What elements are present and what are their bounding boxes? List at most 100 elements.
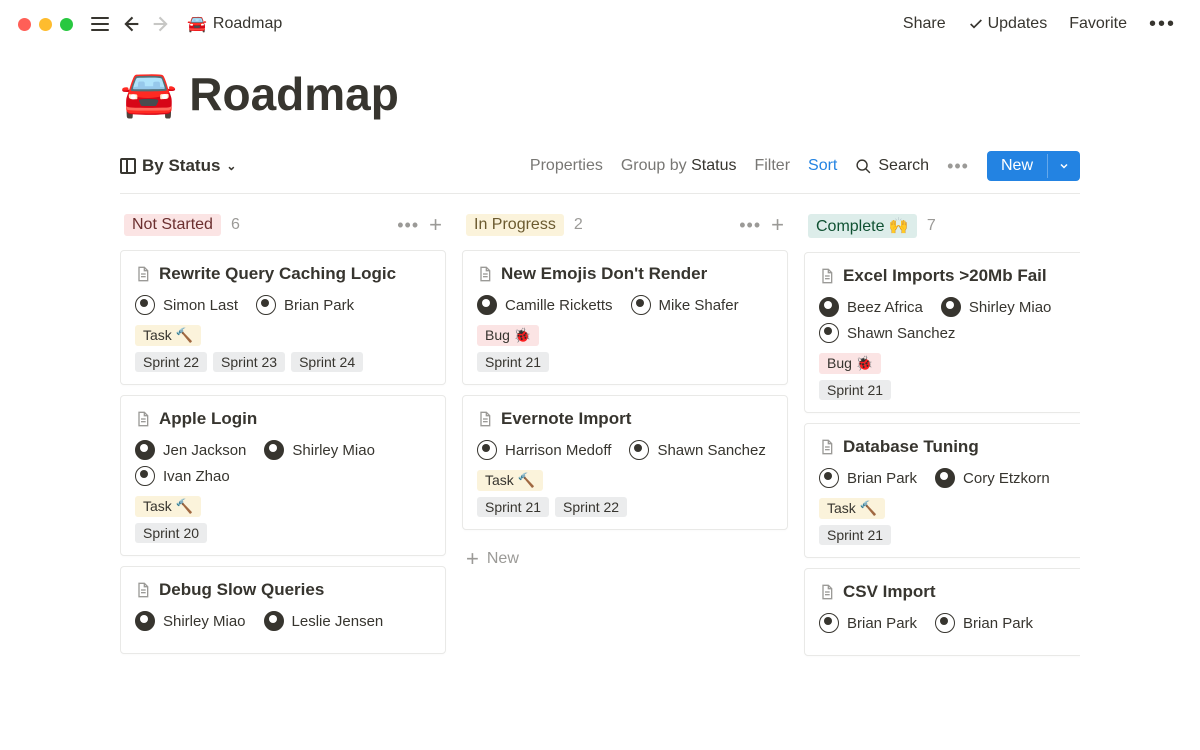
updates-label: Updates — [988, 15, 1048, 33]
view-more-button[interactable]: ••• — [947, 156, 969, 177]
column-add-button[interactable]: + — [771, 214, 784, 236]
sprint-tag: Sprint 24 — [291, 352, 363, 372]
updates-button[interactable]: Updates — [962, 11, 1054, 37]
person: Leslie Jensen — [264, 611, 384, 631]
person: Shirley Miao — [941, 297, 1052, 317]
card-title: Excel Imports >20Mb Fail — [843, 265, 1047, 287]
person: Brian Park — [819, 613, 917, 633]
close-window-button[interactable] — [18, 18, 31, 31]
more-options-button[interactable]: ••• — [1143, 10, 1182, 38]
group-by-button[interactable]: Group by Status — [621, 157, 737, 175]
avatar — [935, 613, 955, 633]
column-complete: Complete 🙌7•••+Excel Imports >20Mb FailB… — [804, 214, 1080, 666]
avatar — [264, 611, 284, 631]
person: Camille Ricketts — [477, 295, 613, 315]
column-more-button[interactable]: ••• — [739, 215, 761, 236]
card[interactable]: Apple LoginJen JacksonShirley MiaoIvan Z… — [120, 395, 446, 556]
view-label: By Status — [142, 156, 220, 176]
document-icon — [135, 581, 151, 599]
person: Shirley Miao — [264, 440, 375, 460]
search-button[interactable]: Search — [855, 157, 929, 175]
card-title: Debug Slow Queries — [159, 579, 324, 601]
maximize-window-button[interactable] — [60, 18, 73, 31]
sprint-tag: Sprint 21 — [819, 380, 891, 400]
sort-button[interactable]: Sort — [808, 157, 837, 175]
card[interactable]: Excel Imports >20Mb FailBeez AfricaShirl… — [804, 252, 1080, 413]
search-label: Search — [878, 157, 929, 175]
page-icon: 🚘 — [187, 14, 207, 34]
new-button-dropdown[interactable] — [1047, 154, 1080, 178]
avatar — [477, 295, 497, 315]
new-button[interactable]: New — [987, 151, 1080, 181]
avatar — [819, 613, 839, 633]
favorite-button[interactable]: Favorite — [1063, 11, 1133, 37]
person-name: Leslie Jensen — [292, 613, 384, 630]
person-name: Brian Park — [847, 615, 917, 632]
person-name: Brian Park — [847, 470, 917, 487]
sidebar-toggle-icon[interactable] — [91, 15, 109, 33]
card-sprints: Sprint 21Sprint 22 — [477, 497, 773, 517]
document-icon — [819, 267, 835, 285]
view-selector[interactable]: By Status ⌄ — [120, 156, 236, 176]
avatar — [264, 440, 284, 460]
minimize-window-button[interactable] — [39, 18, 52, 31]
group-by-value: Status — [691, 157, 736, 174]
column-title[interactable]: Not Started — [124, 214, 221, 236]
avatar — [935, 468, 955, 488]
breadcrumb[interactable]: 🚘 Roadmap — [187, 14, 282, 34]
person: Shawn Sanchez — [819, 323, 955, 343]
sprint-tag: Sprint 20 — [135, 523, 207, 543]
card-title: Database Tuning — [843, 436, 979, 458]
column-count: 7 — [927, 217, 936, 235]
column-more-button[interactable]: ••• — [397, 215, 419, 236]
page-title-icon[interactable]: 🚘 — [120, 66, 177, 121]
document-icon — [135, 410, 151, 428]
person: Mike Shafer — [631, 295, 739, 315]
filter-button[interactable]: Filter — [754, 157, 790, 175]
avatar — [256, 295, 276, 315]
plus-icon: + — [466, 548, 479, 570]
avatar — [819, 468, 839, 488]
column-title[interactable]: In Progress — [466, 214, 564, 236]
add-card-button[interactable]: +New — [462, 540, 788, 578]
type-tag: Task 🔨 — [135, 325, 201, 346]
type-tag: Task 🔨 — [477, 470, 543, 491]
person: Harrison Medoff — [477, 440, 611, 460]
column-add-button[interactable]: + — [429, 214, 442, 236]
column-title[interactable]: Complete 🙌 — [808, 214, 917, 238]
type-tag: Task 🔨 — [135, 496, 201, 517]
card[interactable]: New Emojis Don't RenderCamille RickettsM… — [462, 250, 788, 385]
person-name: Shirley Miao — [163, 613, 246, 630]
card[interactable]: Debug Slow Queries Shirley Miao Leslie Jen… — [120, 566, 446, 654]
person-name: Shirley Miao — [969, 299, 1052, 316]
avatar — [819, 323, 839, 343]
person: Brian Park — [819, 468, 917, 488]
card[interactable]: CSV ImportBrian ParkBrian Park — [804, 568, 1080, 656]
avatar — [135, 466, 155, 486]
nav-forward-button[interactable] — [151, 13, 173, 35]
window-controls — [18, 18, 73, 31]
person-name: Camille Ricketts — [505, 297, 613, 314]
card-title: Apple Login — [159, 408, 257, 430]
card-sprints: Sprint 21 — [819, 525, 1080, 545]
share-button[interactable]: Share — [897, 11, 952, 37]
properties-button[interactable]: Properties — [530, 157, 603, 175]
card-tags: Bug 🐞 — [477, 325, 773, 346]
page-title-text[interactable]: Roadmap — [189, 67, 399, 121]
card[interactable]: Database TuningBrian ParkCory EtzkornTas… — [804, 423, 1080, 558]
person: Shirley Miao — [135, 611, 246, 631]
person-name: Ivan Zhao — [163, 468, 230, 485]
card-sprints: Sprint 21 — [819, 380, 1080, 400]
card[interactable]: Evernote ImportHarrison MedoffShawn Sanc… — [462, 395, 788, 530]
column-header: Complete 🙌7•••+ — [804, 214, 1080, 238]
document-icon — [819, 438, 835, 456]
avatar — [477, 440, 497, 460]
nav-back-button[interactable] — [119, 13, 141, 35]
group-by-prefix: Group by — [621, 157, 687, 174]
card-tags: Task 🔨 — [819, 498, 1080, 519]
card-people: Simon LastBrian Park — [135, 295, 431, 315]
card[interactable]: Rewrite Query Caching LogicSimon LastBri… — [120, 250, 446, 385]
page-title: 🚘 Roadmap — [120, 66, 1080, 121]
column-count: 6 — [231, 216, 240, 234]
person: Simon Last — [135, 295, 238, 315]
